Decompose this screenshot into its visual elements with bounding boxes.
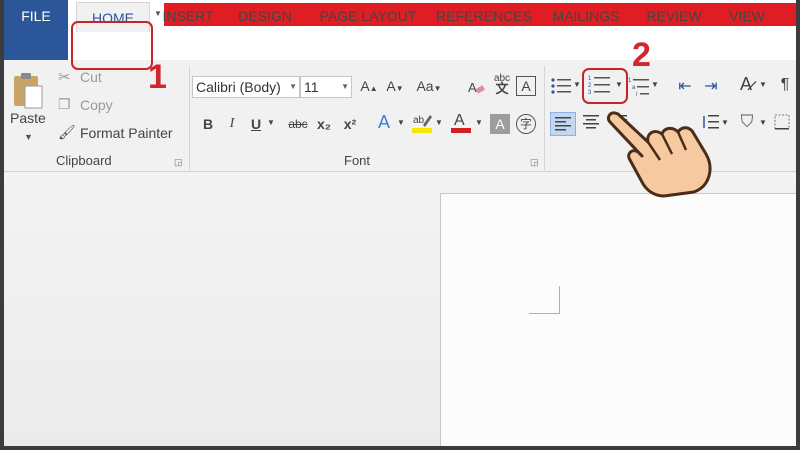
tab-references[interactable]: REFERENCES xyxy=(432,0,536,32)
svg-text:A: A xyxy=(468,80,477,95)
tab-review[interactable]: REVIEW xyxy=(642,0,706,32)
highlight-color-icon[interactable]: ab xyxy=(410,112,434,137)
paste-button[interactable]: Paste xyxy=(10,110,46,126)
chevron-down-icon[interactable]: ▼ xyxy=(24,132,33,142)
dialog-launcher-icon[interactable]: ◲ xyxy=(174,157,183,168)
tab-mailings[interactable]: MAILINGS xyxy=(544,0,628,32)
pointing-hand-icon xyxy=(602,104,722,200)
chevron-down-icon[interactable]: ▼ xyxy=(650,80,660,89)
phonetic-guide-icon[interactable]: abc 文 xyxy=(490,74,514,96)
font-name-value: Calibri (Body) xyxy=(196,79,281,95)
shading-icon[interactable]: ⛉ xyxy=(736,112,758,132)
numbering-highlight xyxy=(582,68,628,104)
group-divider xyxy=(544,66,545,170)
format-painter-label: Format Painter xyxy=(80,124,173,141)
chevron-down-icon[interactable]: ▼ xyxy=(266,118,276,127)
font-color-icon[interactable]: A xyxy=(450,110,472,137)
svg-text:a: a xyxy=(632,85,636,91)
decrease-indent-icon[interactable]: ⇤ xyxy=(674,76,696,96)
text-effects-icon[interactable]: A xyxy=(374,112,394,133)
increase-indent-icon[interactable]: ⇥ xyxy=(700,76,722,96)
chevron-down-icon[interactable]: ▼ xyxy=(572,80,582,89)
cut-label: Cut xyxy=(80,69,102,85)
show-formatting-icon[interactable]: ¶ xyxy=(776,76,794,94)
svg-text:A: A xyxy=(454,112,465,129)
copy-button[interactable]: ❐ Copy xyxy=(58,96,113,113)
document-canvas xyxy=(4,173,796,446)
cut-button[interactable]: ✂ Cut xyxy=(58,68,102,86)
dialog-launcher-icon[interactable]: ◲ xyxy=(530,157,539,168)
character-shading-icon[interactable]: A xyxy=(490,114,510,134)
tab-view[interactable]: VIEW xyxy=(718,0,776,32)
superscript-button[interactable]: x² xyxy=(340,116,360,132)
multilevel-list-icon[interactable]: 1ai xyxy=(628,76,650,99)
grow-font-icon[interactable]: A▲ xyxy=(358,78,380,94)
subscript-button[interactable]: x₂ xyxy=(314,116,334,132)
svg-text:ab: ab xyxy=(413,115,425,126)
scissors-icon: ✂ xyxy=(58,69,71,86)
sort-icon[interactable]: A̷ xyxy=(734,74,758,95)
paintbrush-icon: 🖌 xyxy=(58,124,76,140)
underline-button[interactable]: U xyxy=(248,116,264,132)
clipboard-group-label: Clipboard xyxy=(56,153,112,168)
bullets-icon[interactable] xyxy=(550,76,572,99)
align-left-button[interactable] xyxy=(550,112,576,136)
font-size-input[interactable]: 11 ▼ xyxy=(300,76,352,98)
step-1-label: 1 xyxy=(148,58,167,96)
margin-corner-mark xyxy=(529,313,560,314)
borders-icon[interactable] xyxy=(772,114,792,133)
strikethrough-button[interactable]: abc xyxy=(284,117,312,131)
margin-corner-mark xyxy=(559,286,560,314)
font-name-input[interactable]: Calibri (Body) ▼ xyxy=(192,76,300,98)
step-2-label: 2 xyxy=(632,36,651,74)
chevron-down-icon[interactable]: ▼ xyxy=(758,118,768,127)
align-center-button[interactable] xyxy=(580,114,602,133)
tab-design[interactable]: DESIGN xyxy=(228,0,302,32)
paste-icon[interactable] xyxy=(12,72,44,110)
chevron-down-icon[interactable]: ▼ xyxy=(474,118,484,127)
font-group-label: Font xyxy=(344,153,371,168)
chevron-down-icon[interactable]: ▼ xyxy=(434,118,444,127)
document-page[interactable] xyxy=(440,193,796,446)
tab-strip-background xyxy=(68,28,796,60)
font-size-value: 11 xyxy=(304,79,319,95)
chevron-down-icon[interactable]: ▼ xyxy=(758,80,768,89)
copy-icon: ❐ xyxy=(58,96,71,112)
group-divider xyxy=(189,66,190,170)
format-painter-button[interactable]: 🖌 Format Painter xyxy=(58,124,173,141)
clear-formatting-icon[interactable]: A xyxy=(466,78,486,99)
change-case-icon[interactable]: Aa▼ xyxy=(414,78,444,94)
chevron-down-icon[interactable]: ▼ xyxy=(396,118,406,127)
svg-text:i: i xyxy=(636,92,637,96)
character-border-icon[interactable]: A xyxy=(516,76,536,96)
chevron-down-icon: ▼ xyxy=(289,82,297,91)
copy-label: Copy xyxy=(80,96,113,113)
tab-page-layout[interactable]: PAGE LAYOUT xyxy=(310,0,426,32)
word-window: W ↶ ▼ ↻ ▼ FILE HOME INSERT DESIGN PAGE L… xyxy=(4,0,796,446)
bold-button[interactable]: B xyxy=(200,116,216,132)
svg-text:1: 1 xyxy=(628,78,632,84)
home-tab-highlight xyxy=(71,21,153,70)
tab-insert[interactable]: INSERT xyxy=(156,0,220,32)
enclose-characters-icon[interactable]: 字 xyxy=(516,114,536,134)
italic-button[interactable]: I xyxy=(224,116,240,132)
tab-file[interactable]: FILE xyxy=(4,0,68,32)
chevron-down-icon: ▼ xyxy=(341,82,349,91)
shrink-font-icon[interactable]: A▼ xyxy=(384,78,406,94)
